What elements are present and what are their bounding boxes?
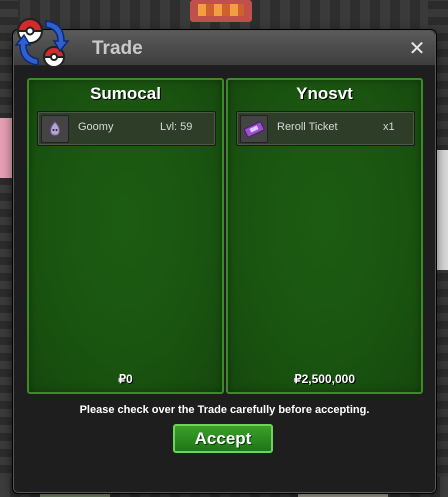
item-quantity: x1	[383, 121, 395, 133]
close-icon[interactable]: ✕	[407, 38, 427, 58]
accept-button[interactable]: Accept	[173, 424, 273, 453]
reroll-ticket-icon	[240, 115, 268, 143]
trade-titlebar[interactable]: Trade ✕	[14, 31, 435, 66]
offered-money: ₽0	[118, 372, 133, 386]
trade-panel-right: Ynosvt Reroll Ticket x1 ₽2,500,000	[226, 78, 423, 394]
player-name: Ynosvt	[296, 84, 353, 103]
window-title: Trade	[92, 38, 143, 59]
trade-item-slot[interactable]: Reroll Ticket x1	[236, 111, 415, 146]
background-npc-sprite	[434, 150, 448, 270]
offered-money: ₽2,500,000	[293, 372, 356, 386]
item-name: Goomy	[78, 121, 114, 133]
trade-swap-icon	[14, 18, 70, 68]
goomy-icon	[41, 115, 69, 143]
trade-item-slot[interactable]: Goomy Lvl: 59	[37, 111, 216, 146]
item-level: Lvl: 59	[160, 121, 193, 133]
trade-warning-text: Please check over the Trade carefully be…	[79, 404, 370, 416]
trade-panel-left: Sumocal Goomy Lvl: 59 ₽0	[27, 78, 224, 394]
player-name: Sumocal	[90, 84, 161, 103]
trade-window: Trade ✕ Sumocal Goomy Lvl: 59 ₽0 Ynosvt …	[13, 18, 436, 493]
item-name: Reroll Ticket	[277, 121, 338, 133]
background-flowerbed	[190, 0, 252, 22]
